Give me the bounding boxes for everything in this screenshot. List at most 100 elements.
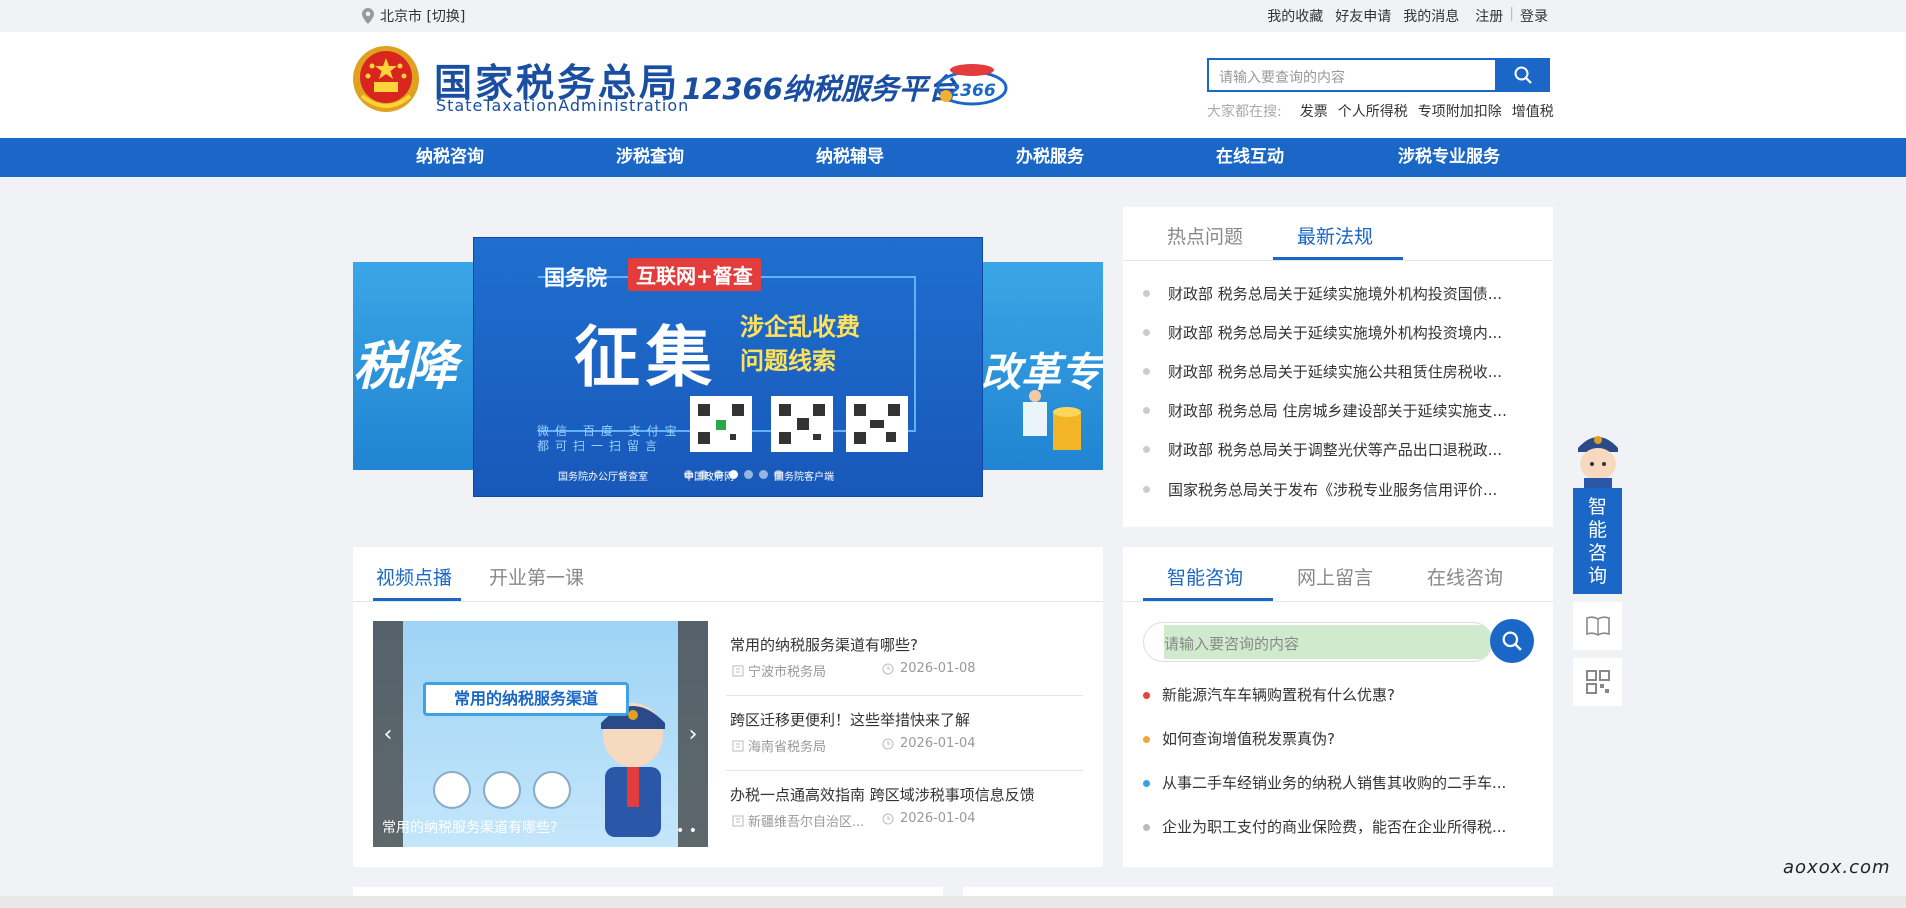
question-item[interactable]: 如何查询增值税发票真伪? [1162, 728, 1335, 749]
video-prev-button[interactable]: ‹ [373, 621, 403, 847]
question-item[interactable]: 从事二手车经销业务的纳税人销售其收购的二手车... [1162, 772, 1506, 793]
question-item[interactable]: 新能源汽车车辆购置税有什么优惠? [1162, 684, 1395, 705]
tab-hot-issues[interactable]: 热点问题 [1167, 222, 1243, 249]
hot-word[interactable]: 个人所得税 [1338, 101, 1408, 121]
tab-first-lesson[interactable]: 开业第一课 [489, 563, 584, 590]
location-switcher[interactable]: 北京市 [切换] [362, 6, 465, 26]
link-favorites[interactable]: 我的收藏 [1267, 6, 1323, 26]
video-next-button[interactable]: › [678, 621, 708, 847]
banner-sub-line1: 涉企乱收费 [740, 313, 860, 341]
video-caption: 常用的纳税服务渠道有哪些? [382, 820, 558, 836]
banner-dot[interactable] [774, 470, 783, 479]
law-item[interactable]: 财政部 税务总局关于延续实施境外机构投资境内... [1168, 322, 1502, 343]
video-news-title[interactable]: 跨区迁移更便利！这些举措快来了解 [730, 709, 970, 730]
qr-code-icon [846, 396, 908, 452]
service-icon [433, 771, 471, 809]
banner-dot[interactable] [699, 470, 708, 479]
consult-search-button[interactable] [1490, 619, 1534, 663]
law-item[interactable]: 国家税务总局关于发布《涉税专业服务信用评价... [1168, 479, 1497, 500]
national-emblem-icon[interactable] [352, 44, 420, 114]
nav-item-tax-query[interactable]: 涉税查询 [616, 138, 684, 177]
panel-divider [1123, 601, 1553, 602]
assistant-avatar-icon[interactable] [1572, 428, 1624, 490]
link-register[interactable]: 注册 [1475, 6, 1503, 26]
video-news-source: 新疆维吾尔自治区... [732, 811, 864, 830]
horizontal-scrollbar[interactable] [0, 896, 1906, 908]
law-item[interactable]: 财政部 税务总局关于延续实施公共租赁住房税收... [1168, 361, 1502, 382]
link-separator: | [1509, 6, 1514, 22]
banner-slide-prev[interactable]: 税降 [353, 262, 475, 470]
question-item[interactable]: 企业为职工支付的商业保险费，能否在企业所得税... [1162, 816, 1506, 837]
hot-word[interactable]: 发票 [1300, 101, 1328, 121]
date-text: 2026-01-04 [900, 811, 976, 826]
banner-dot[interactable] [714, 470, 723, 479]
tab-video-on-demand[interactable]: 视频点播 [376, 563, 452, 590]
service-icon [483, 771, 521, 809]
hot-word[interactable]: 专项附加扣除 [1418, 101, 1502, 121]
banner-foot-3: 国务院客户端 [774, 472, 834, 483]
nav-item-professional-service[interactable]: 涉税专业服务 [1398, 138, 1500, 177]
chevron-left-icon: ‹ [383, 721, 393, 747]
law-item[interactable]: 财政部 税务总局 住房城乡建设部关于延续实施支... [1168, 400, 1507, 421]
site-search-button[interactable] [1496, 58, 1550, 92]
banner-pagination [684, 470, 783, 479]
video-news-date: 2026-01-08 [882, 661, 976, 676]
smart-consult-side-label: 智能咨询 [1587, 496, 1607, 587]
law-item[interactable]: 财政部 税务总局关于调整光伏等产品出口退税政... [1168, 439, 1502, 460]
clock-icon [882, 663, 894, 674]
site-logo-subtitle: StateTaxationAdministration [436, 96, 690, 115]
platform-title: 12366纳税服务平台 [682, 72, 957, 106]
law-item[interactable]: 财政部 税务总局关于延续实施境外机构投资国债... [1168, 283, 1502, 304]
date-text: 2026-01-04 [900, 736, 976, 751]
list-bullet [1143, 486, 1150, 493]
hot-search-words: 大家都在搜: 发票 个人所得税 专项附加扣除 增值税 [1207, 101, 1554, 121]
banner-slide-active[interactable]: 国务院 互联网+督查 征集 涉企乱收费 问题线索 微信 百度 支付宝 都可扫一扫… [473, 237, 983, 497]
qr-code-icon [771, 396, 833, 452]
nav-item-tax-service[interactable]: 办税服务 [1016, 138, 1084, 177]
site-search-placeholder: 请输入要查询的内容 [1219, 70, 1345, 86]
tab-online-chat[interactable]: 在线咨询 [1427, 563, 1503, 590]
search-icon [1502, 631, 1522, 651]
banner-line1-badge: 互联网+督查 [628, 258, 761, 291]
side-qrcode-button[interactable] [1573, 658, 1622, 706]
link-friend-requests[interactable]: 好友申请 [1335, 6, 1391, 26]
tab-smart-consult[interactable]: 智能咨询 [1167, 563, 1243, 590]
coins-illustration-icon [1023, 390, 1081, 450]
banner-dot[interactable] [684, 470, 693, 479]
svg-text:2366: 2366 [948, 81, 995, 101]
side-guide-button[interactable] [1573, 602, 1622, 650]
video-news-title[interactable]: 常用的纳税服务渠道有哪些? [730, 634, 918, 655]
video-news-title[interactable]: 办税一点通高效指南 跨区域涉税事项信息反馈 [730, 784, 1035, 805]
banner-slide-next[interactable]: 改革专 [981, 262, 1103, 470]
consult-input[interactable]: 请输入要咨询的内容 [1143, 622, 1493, 662]
video-player[interactable]: ‹ › [373, 621, 708, 847]
cartoon-officer-illustration-icon [601, 703, 665, 837]
watermark: aoxox.com [1783, 857, 1891, 878]
banner-dot[interactable] [744, 470, 753, 479]
question-bullet [1143, 824, 1150, 831]
nav-item-online-interaction[interactable]: 在线互动 [1216, 138, 1284, 177]
hot-word[interactable]: 增值税 [1512, 101, 1554, 121]
site-search-input[interactable]: 请输入要查询的内容 [1207, 58, 1497, 92]
more-dots-icon[interactable]: • • [676, 823, 697, 839]
question-bullet [1143, 692, 1150, 699]
nav-item-tax-guidance[interactable]: 纳税辅导 [816, 138, 884, 177]
question-bullet [1143, 736, 1150, 743]
link-messages[interactable]: 我的消息 [1403, 6, 1459, 26]
tab-online-message[interactable]: 网上留言 [1297, 563, 1373, 590]
list-bullet [1143, 368, 1150, 375]
tab-latest-laws[interactable]: 最新法规 [1297, 222, 1373, 249]
banner-dot-active[interactable] [729, 470, 738, 479]
banner-dot[interactable] [759, 470, 768, 479]
nav-item-tax-consult[interactable]: 纳税咨询 [416, 138, 484, 177]
smart-consult-side-button[interactable]: 智能咨询 [1573, 488, 1622, 594]
book-icon [1585, 616, 1610, 636]
consult-input-placeholder: 请输入要咨询的内容 [1164, 635, 1300, 653]
link-login[interactable]: 登录 [1520, 6, 1548, 26]
video-news-source: 海南省税务局 [732, 736, 826, 755]
source-name: 宁波市税务局 [748, 665, 827, 680]
clock-icon [882, 813, 894, 824]
banner-scan-hint-line1: 微信 百度 支付宝 [537, 424, 683, 438]
question-bullet [1143, 780, 1150, 787]
banner-sub-line2: 问题线索 [740, 347, 836, 375]
